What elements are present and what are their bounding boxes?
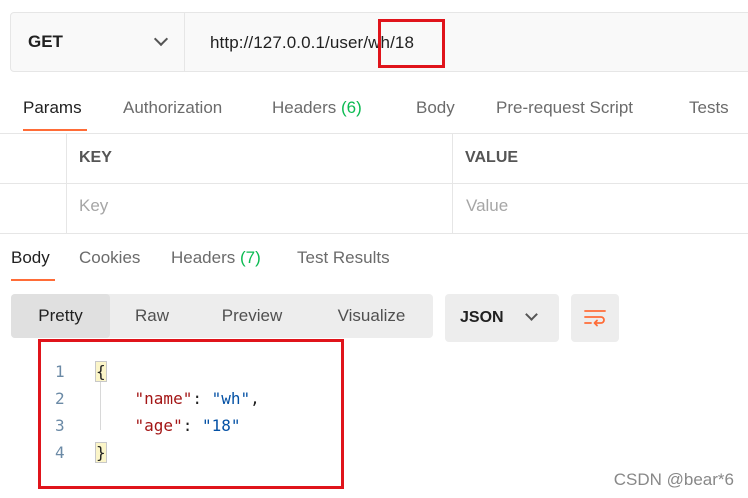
view-mode-toggle: Pretty Raw Preview Visualize bbox=[11, 294, 433, 338]
request-tabs: Params Authorization Headers (6) Body Pr… bbox=[0, 86, 748, 134]
wrap-lines-icon bbox=[584, 310, 606, 327]
column-header-value: VALUE bbox=[465, 149, 519, 166]
column-divider bbox=[66, 134, 67, 234]
open-brace: { bbox=[95, 361, 107, 382]
view-mode-pretty[interactable]: Pretty bbox=[11, 294, 110, 338]
format-select[interactable]: JSON bbox=[445, 294, 559, 342]
code-line: "name": "wh", bbox=[96, 389, 260, 408]
tab-body[interactable]: Body bbox=[416, 98, 455, 118]
column-divider bbox=[452, 134, 453, 234]
line-number: 3 bbox=[55, 416, 65, 435]
line-number: 2 bbox=[55, 389, 65, 408]
value-input[interactable]: Value bbox=[466, 196, 508, 216]
row-divider bbox=[0, 183, 748, 184]
active-response-tab-indicator bbox=[11, 279, 55, 281]
tab-authorization[interactable]: Authorization bbox=[123, 98, 222, 118]
view-mode-preview[interactable]: Preview bbox=[194, 294, 310, 338]
json-key: "age" bbox=[134, 416, 183, 435]
chevron-down-icon bbox=[153, 31, 169, 47]
view-mode-raw[interactable]: Raw bbox=[110, 294, 194, 338]
tab-response-body[interactable]: Body bbox=[11, 248, 50, 268]
active-tab-indicator bbox=[23, 129, 87, 131]
json-separator: : bbox=[182, 416, 202, 435]
json-separator: : bbox=[192, 389, 212, 408]
params-table: KEY VALUE Key Value bbox=[0, 134, 748, 234]
wrap-lines-button[interactable] bbox=[571, 294, 619, 342]
json-comma: , bbox=[250, 389, 260, 408]
close-brace: } bbox=[95, 442, 107, 463]
method-select[interactable]: GET bbox=[11, 13, 185, 71]
tab-headers[interactable]: Headers (6) bbox=[272, 98, 362, 118]
headers-count: (6) bbox=[341, 98, 362, 117]
json-value: "wh" bbox=[211, 389, 251, 408]
watermark: CSDN @bear*6 bbox=[613, 470, 734, 489]
response-body-code: 1 2 3 4 { "name": "wh", "age": "18" } bbox=[38, 340, 344, 488]
code-line: { bbox=[95, 361, 107, 382]
code-line: "age": "18" bbox=[96, 416, 241, 435]
response-headers-count: (7) bbox=[240, 248, 261, 267]
line-number: 1 bbox=[55, 362, 65, 381]
tab-params[interactable]: Params bbox=[23, 98, 82, 118]
column-header-key: KEY bbox=[79, 149, 112, 166]
chevron-down-icon bbox=[525, 308, 538, 321]
json-key: "name" bbox=[134, 389, 193, 408]
response-tabs: Body Cookies Headers (7) Test Results bbox=[0, 236, 748, 284]
url-input[interactable]: http://127.0.0.1/user/wh/18 bbox=[210, 33, 414, 53]
line-number: 4 bbox=[55, 443, 65, 462]
code-line: } bbox=[95, 442, 107, 463]
tab-response-headers[interactable]: Headers (7) bbox=[171, 248, 261, 268]
tab-pre-request-script[interactable]: Pre-request Script bbox=[496, 98, 633, 118]
tab-tests[interactable]: Tests bbox=[689, 98, 729, 118]
method-label: GET bbox=[28, 32, 63, 51]
key-input[interactable]: Key bbox=[79, 196, 108, 216]
format-label: JSON bbox=[460, 309, 504, 326]
view-mode-visualize[interactable]: Visualize bbox=[310, 294, 433, 338]
request-bar: GET http://127.0.0.1/user/wh/18 bbox=[10, 12, 748, 72]
tab-cookies[interactable]: Cookies bbox=[79, 248, 140, 268]
tab-test-results[interactable]: Test Results bbox=[297, 248, 390, 268]
json-value: "18" bbox=[201, 416, 241, 435]
